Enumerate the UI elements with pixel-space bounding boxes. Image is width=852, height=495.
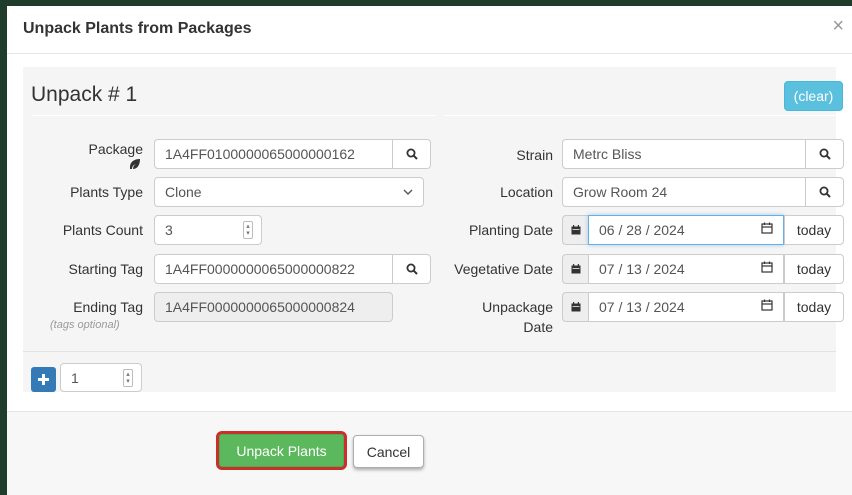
calendar-picker-icon[interactable] xyxy=(761,299,773,311)
add-unpack-button[interactable] xyxy=(31,367,56,392)
chevron-down-icon xyxy=(403,189,413,195)
starting-tag-search-button[interactable] xyxy=(393,254,431,284)
starting-tag-label: Starting Tag xyxy=(68,261,143,277)
plants-type-label: Plants Type xyxy=(70,184,143,200)
search-icon xyxy=(819,186,831,198)
close-icon[interactable]: × xyxy=(832,16,844,36)
add-quantity-input[interactable]: 1 ▴ ▾ xyxy=(60,363,142,392)
strain-label: Strain xyxy=(516,147,553,163)
vegetative-date-input[interactable]: 07 / 13 / 2024 xyxy=(588,254,784,284)
vegetative-date-label: Vegetative Date xyxy=(454,261,553,277)
divider xyxy=(31,115,436,116)
plants-type-value: Clone xyxy=(165,184,202,200)
starting-tag-input[interactable]: 1A4FF0000000065000000822 xyxy=(154,254,393,284)
unpackage-date-label-2: Date xyxy=(523,319,553,335)
modal-title: Unpack Plants from Packages xyxy=(23,20,252,37)
leaf-icon xyxy=(130,159,140,169)
location-label: Location xyxy=(500,184,553,200)
package-input[interactable]: 1A4FF0100000065000000162 xyxy=(154,139,393,169)
unpackage-date-today-button[interactable]: today xyxy=(784,292,844,322)
number-spinner[interactable]: ▴ ▾ xyxy=(243,221,253,239)
location-input[interactable]: Grow Room 24 xyxy=(562,177,806,207)
calendar-picker-icon[interactable] xyxy=(761,261,773,273)
calendar-icon xyxy=(562,215,588,245)
unpack-panel: Unpack # 1 (clear) Package 1A4FF01000000… xyxy=(23,67,844,392)
planting-date-value: 06 / 28 / 2024 xyxy=(599,222,685,238)
tags-optional-note: (tags optional) xyxy=(50,319,120,331)
plants-count-input[interactable]: 3 ▴ ▾ xyxy=(154,215,262,245)
divider xyxy=(23,351,836,352)
divider xyxy=(444,115,836,116)
modal-header: Unpack Plants from Packages × xyxy=(7,6,852,54)
planting-date-input[interactable]: 06 / 28 / 2024 xyxy=(588,215,784,245)
search-icon xyxy=(406,263,418,275)
unpackage-date-value: 07 / 13 / 2024 xyxy=(599,299,685,315)
vegetative-date-value: 07 / 13 / 2024 xyxy=(599,261,685,277)
vegetative-date-today-button[interactable]: today xyxy=(784,254,844,284)
unpack-plants-button[interactable]: Unpack Plants xyxy=(216,431,347,470)
plus-icon xyxy=(38,374,49,385)
calendar-icon xyxy=(562,292,588,322)
add-quantity-value: 1 xyxy=(71,370,79,386)
strain-search-button[interactable] xyxy=(806,139,844,169)
ending-tag-input: 1A4FF0000000065000000824 xyxy=(154,292,393,322)
calendar-picker-icon[interactable] xyxy=(761,222,773,234)
unpack-plants-modal: Unpack Plants from Packages × Unpack # 1… xyxy=(7,6,852,495)
ending-tag-label: Ending Tag xyxy=(73,299,143,315)
modal-footer xyxy=(7,412,852,495)
cancel-button[interactable]: Cancel xyxy=(353,435,424,468)
strain-input[interactable]: Metrc Bliss xyxy=(562,139,806,169)
search-icon xyxy=(406,148,418,160)
location-search-button[interactable] xyxy=(806,177,844,207)
unpackage-date-label: Unpackage xyxy=(482,299,553,315)
number-spinner[interactable]: ▴ ▾ xyxy=(123,369,133,387)
plants-count-label: Plants Count xyxy=(62,222,143,238)
package-label: Package xyxy=(88,141,143,157)
plants-count-value: 3 xyxy=(165,222,173,238)
clear-button[interactable]: (clear) xyxy=(784,81,843,111)
package-search-button[interactable] xyxy=(393,139,431,169)
unpack-heading: Unpack # 1 xyxy=(31,83,138,106)
search-icon xyxy=(819,148,831,160)
planting-date-today-button[interactable]: today xyxy=(784,215,844,245)
planting-date-label: Planting Date xyxy=(468,222,553,238)
calendar-icon xyxy=(562,254,588,284)
unpackage-date-input[interactable]: 07 / 13 / 2024 xyxy=(588,292,784,322)
plants-type-select[interactable]: Clone xyxy=(154,177,424,207)
